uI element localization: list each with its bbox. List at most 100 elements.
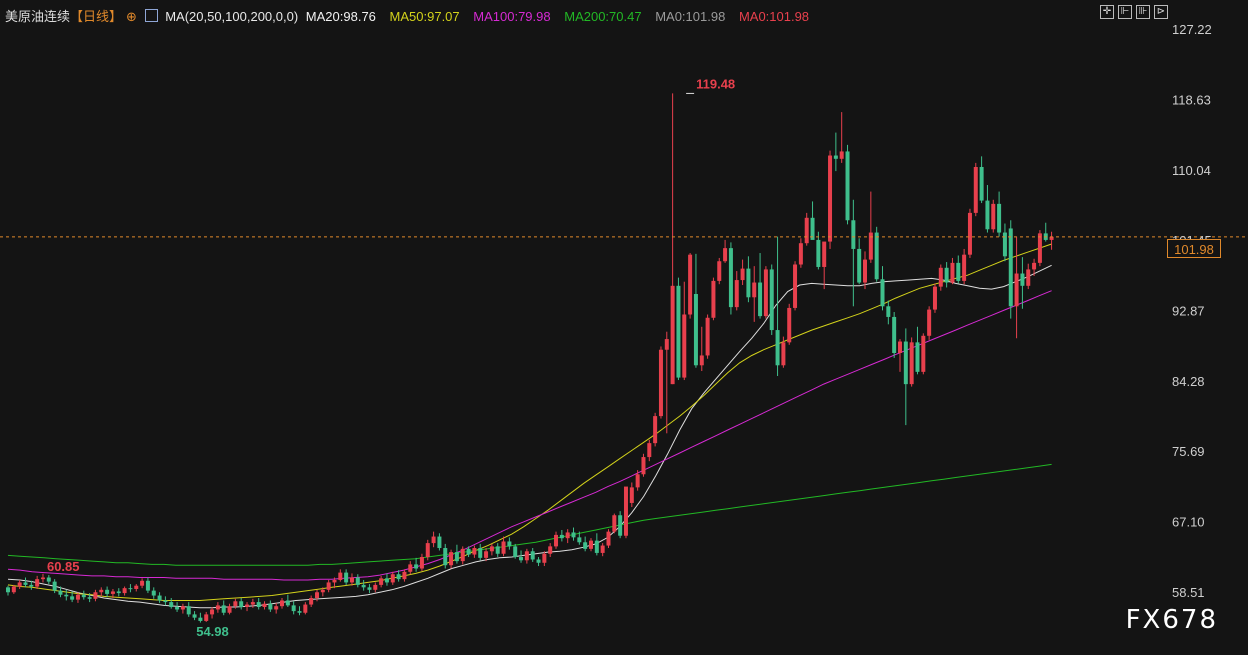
candle-body: [29, 584, 34, 587]
ma100-value: MA100:79.98: [473, 9, 551, 24]
candle: [892, 312, 897, 358]
candle-body: [495, 546, 500, 554]
candle-body: [577, 537, 582, 543]
candle: [828, 150, 833, 249]
candle: [268, 600, 273, 612]
candle: [1014, 236, 1019, 339]
candle-body: [769, 269, 774, 331]
y-axis: 127.22118.63110.04101.4592.8784.2875.696…: [1172, 22, 1212, 600]
candle: [938, 264, 943, 291]
instrument-title[interactable]: 美原油连续: [5, 9, 70, 24]
candle-body: [758, 282, 763, 317]
candle: [46, 575, 51, 585]
candle-body: [40, 577, 45, 580]
ma0-value-b: MA0:101.98: [738, 9, 810, 24]
settings-icon[interactable]: ⊕: [126, 9, 137, 24]
candle: [297, 606, 302, 616]
candle-body: [210, 609, 215, 615]
y-tick-label: 67.10: [1172, 515, 1205, 530]
candle: [880, 266, 885, 311]
candle-body: [23, 582, 28, 585]
candle-body: [46, 577, 51, 582]
candle: [956, 255, 961, 284]
candle-body: [507, 541, 512, 547]
candle-body: [291, 605, 296, 612]
exit-icon[interactable]: ⊳: [1154, 5, 1168, 19]
candle-body: [892, 316, 897, 354]
candle-body: [863, 259, 868, 283]
chart-type-icon[interactable]: [144, 9, 158, 22]
candle-body: [1037, 233, 1042, 263]
candle-icon[interactable]: ⊩: [1118, 5, 1132, 19]
candle-body: [64, 594, 69, 597]
candle-body: [513, 546, 518, 558]
candle-body: [699, 355, 704, 366]
candle-body: [787, 307, 792, 343]
crosshair-icon[interactable]: ✛: [1100, 5, 1114, 19]
y-tick-label: 92.87: [1172, 303, 1205, 318]
candle-body: [985, 200, 990, 230]
candle-body: [274, 606, 279, 610]
ma200-value: MA200:70.47: [564, 9, 642, 24]
candle: [705, 314, 710, 359]
candle-body: [530, 551, 535, 560]
candle-body: [332, 579, 337, 583]
annotation-label: 119.48: [696, 76, 735, 91]
candle-body: [956, 262, 961, 281]
candle: [740, 259, 745, 285]
candle: [973, 162, 978, 217]
candle-body: [594, 540, 599, 553]
candle: [1037, 230, 1042, 267]
candle: [198, 612, 203, 623]
candle: [583, 536, 588, 552]
candle-body: [886, 306, 891, 317]
candle-body: [379, 578, 384, 585]
candle: [227, 603, 232, 615]
candle: [787, 303, 792, 345]
candle-body: [425, 543, 430, 558]
candle: [921, 333, 926, 375]
candle-body: [664, 339, 669, 350]
candle-body: [390, 574, 395, 583]
indicator-icon[interactable]: ⊪: [1136, 5, 1150, 19]
chart-toolbar: ✛ ⊩ ⊪ ⊳: [1100, 5, 1168, 19]
candle-body: [361, 584, 366, 588]
candle: [402, 569, 407, 582]
candle: [35, 575, 40, 589]
period-label[interactable]: 【日线】: [70, 9, 122, 24]
candle: [17, 579, 22, 589]
candle-body: [833, 155, 838, 159]
candle: [793, 261, 798, 311]
candle-body: [309, 597, 314, 605]
candle: [857, 238, 862, 285]
candle: [513, 543, 518, 559]
candle-body: [250, 602, 255, 605]
moving-average-lines: [7, 243, 1052, 609]
candle: [944, 262, 949, 288]
candle-body: [921, 335, 926, 372]
ma-line-ma20: [7, 264, 1052, 609]
y-tick-label: 127.22: [1172, 22, 1212, 37]
candle-body: [670, 285, 675, 385]
candle-body: [338, 572, 343, 580]
candle-body: [81, 594, 86, 598]
candle: [863, 251, 868, 290]
candle: [192, 611, 197, 621]
candle: [361, 579, 366, 591]
candle-body: [851, 220, 856, 249]
candle-body: [880, 279, 885, 307]
candle: [122, 586, 127, 596]
candle: [105, 586, 110, 598]
candle: [303, 602, 308, 615]
candle-body: [583, 542, 588, 549]
candle-body: [17, 582, 22, 587]
candle-body: [478, 548, 483, 558]
candle-body: [489, 546, 494, 552]
candlestick-chart[interactable]: 127.22118.63110.04101.4592.8784.2875.696…: [0, 0, 1248, 655]
candle: [699, 326, 704, 372]
candle: [752, 266, 757, 322]
candle-body: [804, 217, 809, 244]
candle: [979, 156, 984, 204]
candle-body: [93, 592, 98, 599]
candle-body: [285, 600, 290, 606]
